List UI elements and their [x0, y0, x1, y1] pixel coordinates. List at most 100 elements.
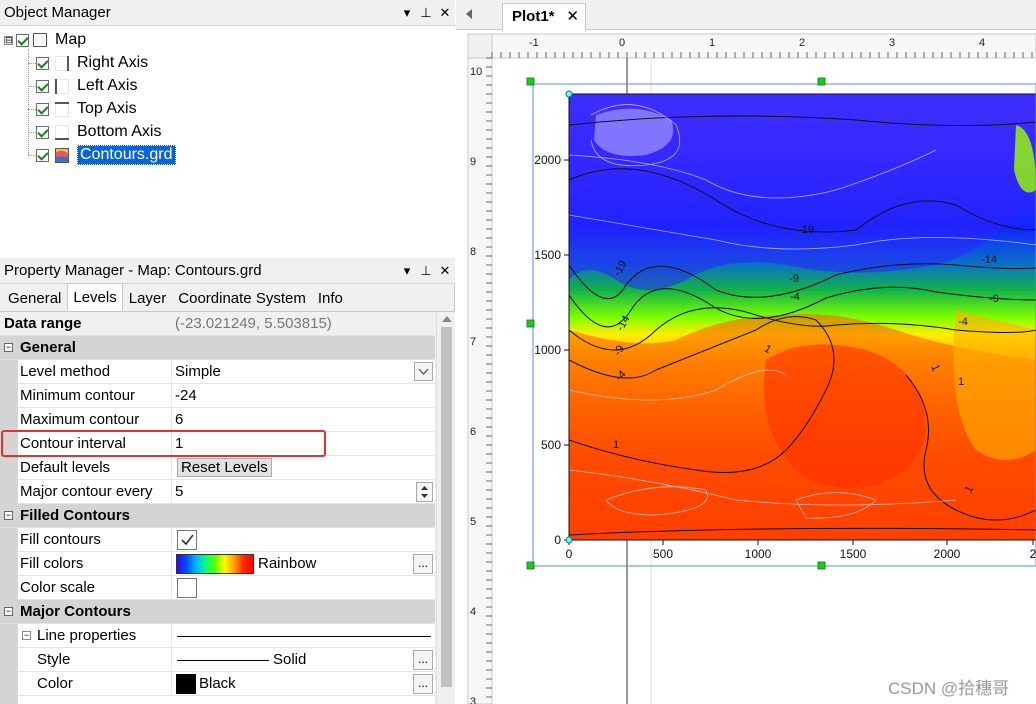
- ellipsis-button[interactable]: ...: [413, 650, 433, 670]
- section-major-contours[interactable]: − Major Contours: [0, 600, 435, 624]
- contours-checkbox[interactable]: [36, 148, 49, 162]
- ruler-label: -1: [529, 37, 539, 49]
- pane-controls: ▾ ⊥ ✕: [401, 258, 451, 284]
- contour-layer-icon: [55, 147, 69, 163]
- tab-general[interactable]: General: [2, 285, 67, 311]
- x-tick-label: 2000: [934, 547, 961, 561]
- tab-levels[interactable]: Levels: [67, 283, 123, 311]
- resize-handle[interactable]: [526, 319, 535, 328]
- contour-label: -9: [789, 273, 799, 285]
- ellipsis-button[interactable]: ...: [413, 674, 433, 694]
- max-contour-field[interactable]: 6: [175, 408, 435, 432]
- major-every-stepper[interactable]: 5: [175, 480, 435, 504]
- contour-label: -14: [981, 254, 997, 266]
- fill-contours-label: Fill contours: [20, 528, 172, 552]
- anchor-handle[interactable]: [565, 90, 573, 98]
- plot-canvas[interactable]: -1 0 1 2 3 4 109876543 -19-19 -14-14-9-9…: [456, 30, 1036, 704]
- x-tick-label: 0: [566, 547, 573, 561]
- tree-connector: [28, 86, 36, 87]
- level-method-value: Simple: [175, 363, 221, 380]
- default-levels-cell: Reset Levels: [175, 456, 435, 480]
- spinner-icon[interactable]: [416, 482, 433, 502]
- object-tree: ⊟ Map Right Axis Left Axis Top Axis Bott…: [0, 27, 455, 252]
- resize-handle[interactable]: [526, 77, 535, 86]
- tree-connector: [28, 109, 36, 110]
- annotation-highlight: [1, 430, 326, 457]
- color-picker[interactable]: Black ...: [175, 672, 435, 696]
- tree-item-bottom-axis[interactable]: Bottom Axis: [36, 121, 161, 143]
- left-axis-icon: [55, 78, 69, 94]
- major-every-row: Major contour every 5: [0, 480, 435, 504]
- dropdown-icon[interactable]: ▾: [401, 0, 413, 26]
- fill-colors-picker[interactable]: Rainbow ...: [175, 552, 435, 576]
- line-preview: [175, 624, 435, 648]
- collapse-icon[interactable]: ⊟: [4, 35, 13, 45]
- left-axis-checkbox[interactable]: [36, 79, 49, 93]
- tree-item-contours[interactable]: Contours.grd: [36, 144, 176, 166]
- default-levels-row: Default levels Reset Levels: [0, 456, 435, 480]
- scroll-up-icon[interactable]: [442, 316, 452, 322]
- style-picker[interactable]: Solid ...: [175, 648, 435, 672]
- dropdown-icon[interactable]: ▾: [401, 258, 413, 284]
- fill-contours-row: Fill contours: [0, 528, 435, 552]
- contour-label: -4: [958, 316, 968, 328]
- color-label: Color: [20, 672, 172, 696]
- top-axis-checkbox[interactable]: [36, 102, 49, 116]
- line-properties-row[interactable]: − Line properties: [0, 624, 435, 648]
- chevron-down-icon[interactable]: [414, 362, 433, 381]
- tab-coordinate-system[interactable]: Coordinate System: [172, 285, 312, 311]
- pin-icon[interactable]: ⊥: [420, 0, 432, 26]
- map-visibility-checkbox[interactable]: [16, 33, 29, 47]
- tab-layer[interactable]: Layer: [123, 285, 173, 311]
- scrollbar-thumb[interactable]: [441, 327, 452, 687]
- collapse-icon[interactable]: −: [22, 631, 31, 640]
- tree-item-right-axis[interactable]: Right Axis: [36, 52, 148, 74]
- row-gutter: [0, 624, 18, 648]
- contour-map[interactable]: -19-19 -14-14-9-9-9-4-4-411111: [569, 94, 1036, 540]
- close-icon[interactable]: ✕: [439, 0, 451, 26]
- row-gutter: [0, 384, 18, 408]
- tab-scroll-left-icon[interactable]: [466, 9, 472, 19]
- tab-info[interactable]: Info: [312, 285, 349, 311]
- contour-label: 1: [958, 376, 964, 388]
- x-tick-label: 1500: [840, 547, 867, 561]
- row-gutter: [0, 456, 18, 480]
- collapse-icon[interactable]: −: [4, 607, 13, 616]
- section-filled-contours[interactable]: − Filled Contours: [0, 504, 435, 528]
- collapse-icon[interactable]: −: [4, 511, 13, 520]
- anchor-handle[interactable]: [565, 536, 573, 544]
- pin-icon[interactable]: ⊥: [420, 258, 432, 284]
- close-icon[interactable]: ✕: [439, 258, 451, 284]
- ellipsis-button[interactable]: ...: [413, 554, 433, 574]
- close-icon[interactable]: ✕: [566, 4, 579, 30]
- ruler-label: 3: [889, 37, 895, 49]
- tab-plot1[interactable]: Plot1* ✕: [502, 3, 586, 31]
- right-axis-checkbox[interactable]: [36, 56, 49, 70]
- ruler-label: 3: [470, 696, 476, 704]
- style-row: Style Solid ...: [0, 648, 435, 672]
- tree-item-top-axis[interactable]: Top Axis: [36, 98, 137, 120]
- fill-contours-checkbox[interactable]: [177, 530, 197, 550]
- min-contour-field[interactable]: -24: [175, 384, 435, 408]
- row-gutter: [0, 528, 18, 552]
- bottom-axis-ticks: 0 500 1000 1500 2000 2: [566, 540, 1036, 561]
- ruler-label: 5: [470, 516, 476, 528]
- property-grid-scrollbar[interactable]: [436, 312, 455, 704]
- bottom-axis-checkbox[interactable]: [36, 125, 49, 139]
- tree-item-map[interactable]: ⊟ Map: [4, 29, 86, 51]
- object-manager-title: Object Manager: [4, 4, 111, 21]
- resize-handle[interactable]: [817, 77, 826, 86]
- watermark: CSDN @拾穗哥: [888, 679, 1010, 698]
- resize-handle[interactable]: [817, 561, 826, 570]
- color-scale-checkbox[interactable]: [177, 578, 197, 598]
- collapse-icon[interactable]: −: [4, 343, 13, 352]
- top-ruler-ticks: [491, 52, 1033, 58]
- resize-handle[interactable]: [526, 561, 535, 570]
- major-every-label: Major contour every: [20, 480, 172, 504]
- reset-levels-button[interactable]: Reset Levels: [177, 458, 272, 477]
- tree-item-left-axis[interactable]: Left Axis: [36, 75, 137, 97]
- property-grid: Data range (-23.021249, 5.503815) − Gene…: [0, 312, 435, 704]
- line-sample: [177, 636, 431, 637]
- level-method-select[interactable]: Simple: [175, 360, 435, 384]
- section-general[interactable]: − General: [0, 336, 435, 360]
